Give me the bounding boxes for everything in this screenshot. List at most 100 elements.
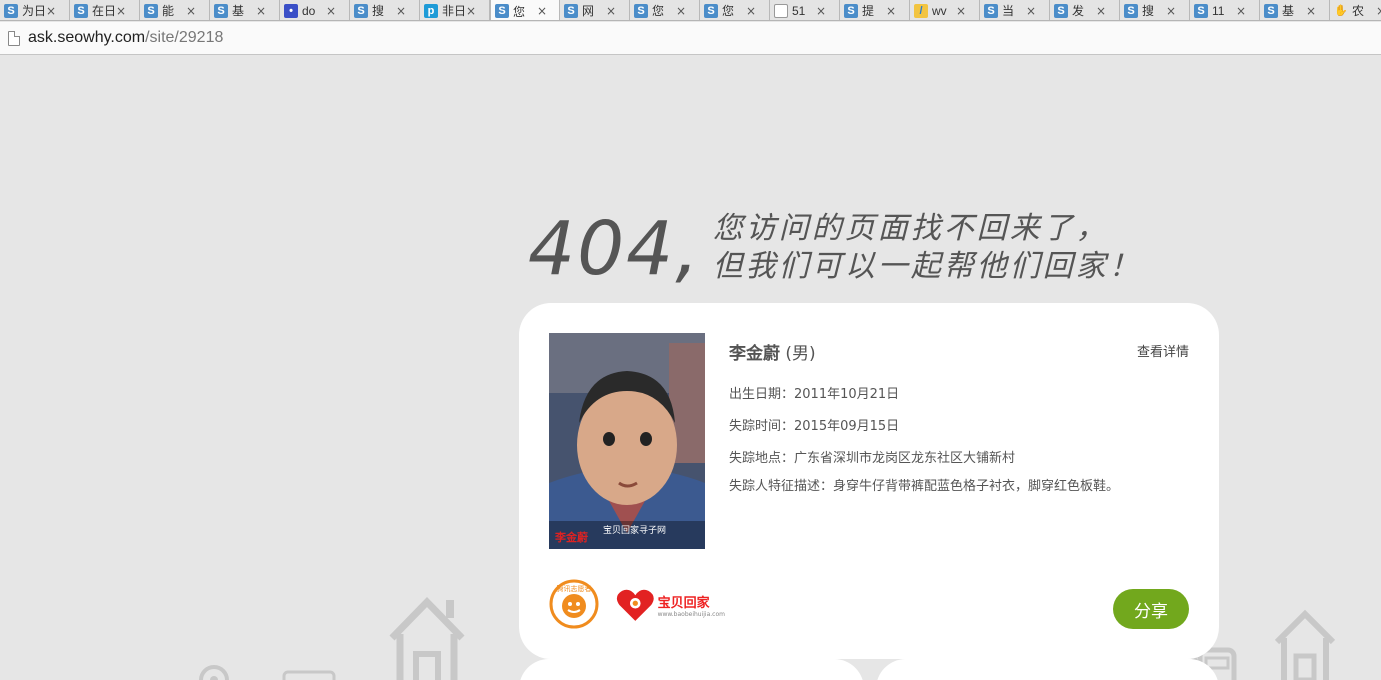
browser-tab[interactable]: S 提 × <box>840 0 910 20</box>
tab-title: 发 <box>1072 4 1085 18</box>
tab-close-icon[interactable]: × <box>746 4 756 18</box>
tab-close-icon[interactable]: × <box>816 4 826 18</box>
child-gender: (男) <box>785 344 816 364</box>
missing-time-value: 2015年09月15日 <box>794 419 900 434</box>
browser-tab[interactable]: S 搜 × <box>350 0 420 20</box>
tab-title: 非日 <box>442 4 464 18</box>
photo-caption-site: 宝贝回家寻子网 <box>603 524 666 536</box>
tab-close-icon[interactable]: × <box>1376 4 1381 18</box>
tab-title: 搜 <box>1142 4 1155 18</box>
tab-close-icon[interactable]: × <box>326 4 336 18</box>
tab-close-icon[interactable]: × <box>1166 4 1176 18</box>
tab-favicon-icon: S <box>495 4 509 18</box>
browser-tab[interactable]: S 基 × <box>210 0 280 20</box>
logo1-text: 腾讯志愿者 <box>557 584 592 593</box>
browser-tab[interactable]: S 您 × <box>630 0 700 20</box>
child-name-row: 李金蔚 (男) <box>729 339 816 364</box>
tab-favicon-icon: / <box>914 3 928 18</box>
tab-close-icon[interactable]: × <box>886 4 896 18</box>
browser-tab[interactable]: • do × <box>280 0 350 20</box>
tab-close-icon[interactable]: × <box>1096 4 1106 18</box>
tab-title: 您 <box>652 4 665 18</box>
missing-place-label: 失踪地点： <box>729 451 795 466</box>
browser-tab[interactable]: S 在日 × <box>70 0 140 20</box>
tab-title: 51 <box>792 3 806 18</box>
tab-favicon-icon: S <box>354 3 368 18</box>
tab-title: 当 <box>1002 4 1015 18</box>
error-message-line1: 您访问的页面找不回来了， <box>712 211 1109 246</box>
bus-icon <box>282 670 336 680</box>
tab-close-icon[interactable]: × <box>396 4 406 18</box>
share-button[interactable]: 分享 <box>1113 589 1189 629</box>
tab-title: 您 <box>513 4 526 19</box>
features-value: 身穿牛仔背带裤配蓝色格子衬衣，脚穿红色板鞋。 <box>833 479 1120 494</box>
tab-title: 搜 <box>372 4 385 18</box>
tab-favicon-icon: ✋ <box>1334 4 1348 17</box>
tab-favicon-icon: S <box>844 3 858 18</box>
browser-tab[interactable]: S 当 × <box>980 0 1050 20</box>
browser-tab[interactable]: S 网 × <box>560 0 630 20</box>
browser-tab[interactable]: S 您 × <box>700 0 770 20</box>
url-host: ask.seowhy.com <box>28 29 146 46</box>
tab-close-icon[interactable]: × <box>1026 4 1036 18</box>
features-label: 失踪人特征描述： <box>729 479 834 494</box>
browser-tab[interactable]: S 基 × <box>1260 0 1330 20</box>
page-icon <box>8 30 20 46</box>
tab-favicon-icon: • <box>284 3 298 18</box>
tab-favicon-icon: S <box>1264 3 1278 18</box>
tab-title: do <box>302 3 316 18</box>
browser-tab[interactable]: S 为日 × <box>0 0 70 20</box>
tab-favicon-icon: S <box>634 3 648 18</box>
tab-favicon-icon: S <box>564 3 578 18</box>
browser-tab[interactable]: p 非日 × <box>420 0 490 20</box>
browser-tab[interactable]: S 11 × <box>1190 0 1260 20</box>
tab-title: 在日 <box>92 4 114 18</box>
browser-tab[interactable]: S 您 × <box>490 0 560 20</box>
address-bar[interactable]: ask.seowhy.com/site/29218 <box>0 22 1381 55</box>
tab-title: 能 <box>162 4 175 18</box>
tab-close-icon[interactable]: × <box>116 4 126 18</box>
tab-close-icon[interactable]: × <box>606 4 616 18</box>
url-path: /site/29218 <box>145 29 224 46</box>
tab-close-icon[interactable]: × <box>956 4 966 18</box>
baobei-huijia-logo: 宝贝回家 www.baobeihuijia.com <box>615 585 725 625</box>
tab-favicon-icon: S <box>1054 3 1068 18</box>
birth-date-value: 2011年10月21日 <box>794 387 900 402</box>
house-icon <box>1274 609 1336 680</box>
missing-time-row: 失踪时间：2015年09月15日 <box>729 415 899 434</box>
browser-tab[interactable]: S 搜 × <box>1120 0 1190 20</box>
browser-tab[interactable]: / wv × <box>910 0 980 20</box>
browser-tab[interactable]: 51 × <box>770 0 840 20</box>
birth-date-label: 出生日期： <box>729 387 795 402</box>
tab-close-icon[interactable]: × <box>46 4 56 18</box>
child-photo: 李金蔚 宝贝回家寻子网 <box>549 333 705 549</box>
tab-title: 为日 <box>22 4 44 18</box>
tab-favicon-icon: S <box>984 3 998 18</box>
url-text[interactable]: ask.seowhy.com/site/29218 <box>28 29 223 47</box>
tab-close-icon[interactable]: × <box>1236 4 1246 18</box>
tab-close-icon[interactable]: × <box>256 4 266 18</box>
error-message-line2: 但我们可以一起帮他们回家！ <box>712 249 1142 284</box>
next-card-left <box>519 659 864 680</box>
browser-tab[interactable]: S 发 × <box>1050 0 1120 20</box>
tab-close-icon[interactable]: × <box>466 4 476 18</box>
child-name: 李金蔚 <box>729 344 780 364</box>
tab-title: 网 <box>582 4 595 18</box>
missing-place-row: 失踪地点：广东省深圳市龙岗区龙东社区大铺新村 <box>729 447 1015 466</box>
tab-close-icon[interactable]: × <box>186 4 196 18</box>
browser-tab[interactable]: S 能 × <box>140 0 210 20</box>
view-details-link[interactable]: 查看详情 <box>1137 341 1189 360</box>
tab-favicon-icon: S <box>214 3 228 18</box>
tab-favicon-icon: S <box>1194 3 1208 18</box>
browser-tab-strip: S 为日 × S 在日 × S 能 × S 基 × • do × S 搜 × p 非日 × S 您 × S 网 × S 您 × S 您 × 51 ×… <box>0 0 1381 21</box>
logo2-text: 宝贝回家 <box>657 596 710 611</box>
tab-close-icon[interactable]: × <box>537 4 547 18</box>
error-message: 您访问的页面找不回来了， 但我们可以一起帮他们回家！ <box>713 210 1142 286</box>
browser-tab[interactable]: ✋ 农 × <box>1330 0 1381 20</box>
birth-date-row: 出生日期：2011年10月21日 <box>729 383 899 402</box>
tab-close-icon[interactable]: × <box>676 4 686 18</box>
tab-title: wv <box>932 3 947 18</box>
tab-title: 您 <box>722 4 735 18</box>
tab-close-icon[interactable]: × <box>1306 4 1316 18</box>
tab-title: 提 <box>862 4 875 18</box>
